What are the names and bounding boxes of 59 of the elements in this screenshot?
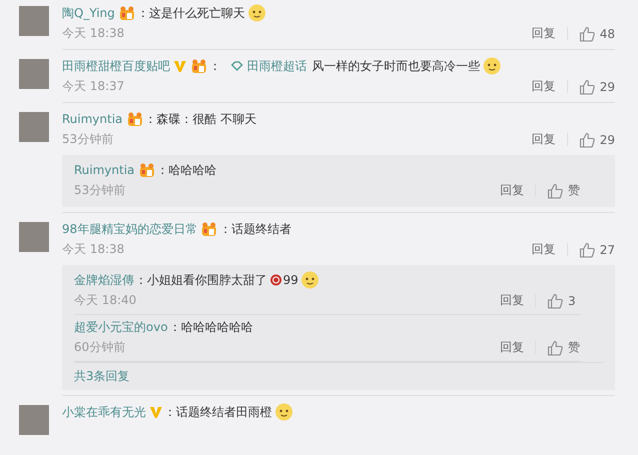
- user-name-link[interactable]: 陶Q_Ying: [62, 4, 115, 22]
- like-button[interactable]: 赞: [547, 339, 581, 356]
- reply-link[interactable]: 回复: [532, 241, 556, 258]
- user-name-link[interactable]: Ruimyntia: [74, 163, 135, 177]
- medal-count: 99: [283, 273, 298, 287]
- more-replies-link[interactable]: 共3条回复: [74, 369, 130, 383]
- medal-icon: [270, 274, 282, 286]
- timestamp: 今天 18:38: [62, 25, 124, 42]
- thumbs-up-icon: [547, 182, 563, 198]
- like-button[interactable]: 48: [578, 26, 615, 42]
- timestamp: 今天 18:40: [74, 292, 136, 309]
- thumbs-up-icon: [547, 292, 563, 308]
- avatar-photo-placeholder[interactable]: [19, 405, 49, 435]
- user-name-link[interactable]: Ruimyntia: [62, 112, 123, 126]
- emoji-icon: [275, 403, 293, 421]
- like-button[interactable]: 赞: [547, 182, 581, 199]
- emoji-icon: [301, 271, 320, 289]
- like-button[interactable]: 27: [578, 242, 615, 258]
- user-name-link[interactable]: 超爱小元宝的ovo: [74, 318, 168, 336]
- comment-text: ：森碟：很酷 不聊天: [144, 110, 256, 128]
- like-button[interactable]: 29: [578, 132, 615, 148]
- avatar-photo-placeholder[interactable]: [19, 6, 49, 36]
- comment-text: ：话题终结者田雨橙: [164, 404, 272, 420]
- user-name-link[interactable]: 小棠在乖有无光: [62, 404, 146, 420]
- avatar-photo-placeholder[interactable]: [19, 59, 49, 89]
- timestamp: 60分钟前: [74, 339, 126, 356]
- comment-text: ：哈哈哈哈哈哈: [168, 318, 253, 336]
- reply-link[interactable]: 回复: [500, 339, 524, 356]
- comment-text: ：这是什么死亡聊天: [136, 4, 245, 22]
- comment-text: ：话题终结者: [219, 220, 292, 238]
- reply-link[interactable]: 回复: [500, 292, 524, 309]
- reply-link[interactable]: 回复: [500, 182, 524, 199]
- diamond-icon: [231, 61, 243, 71]
- avatar-photo-placeholder[interactable]: [19, 112, 49, 142]
- thumbs-up-icon: [578, 132, 595, 148]
- avatar-photo-placeholder[interactable]: [19, 222, 49, 252]
- comment-text: 风一样的女子时而也要高冷一些: [312, 58, 480, 74]
- timestamp: 今天 18:38: [62, 241, 124, 258]
- thumbs-up-icon: [578, 78, 595, 94]
- user-name-link[interactable]: 98年腿精宝妈的恋爱日常: [62, 220, 198, 238]
- thumbs-up-icon: [578, 242, 595, 258]
- thumbs-up-icon: [578, 26, 595, 42]
- comment-text: ：小姐姐看你围脖太甜了: [135, 272, 267, 288]
- user-name-link[interactable]: 田雨橙甜橙百度贴吧: [62, 58, 170, 74]
- timestamp: 53分钟前: [74, 182, 126, 199]
- timestamp: 今天 18:37: [62, 78, 124, 95]
- reply-link[interactable]: 回复: [532, 25, 556, 42]
- reply-link[interactable]: 回复: [532, 131, 556, 148]
- like-button[interactable]: 3: [547, 292, 581, 308]
- comment-text: ：哈哈哈哈: [156, 162, 217, 178]
- reply-link[interactable]: 回复: [532, 78, 556, 95]
- comment-text: ：: [209, 58, 221, 74]
- timestamp: 53分钟前: [62, 131, 114, 148]
- emoji-icon: [248, 4, 266, 22]
- topic-link[interactable]: 田雨橙超话: [231, 58, 307, 74]
- user-name-link[interactable]: 金牌焰湿傳: [74, 272, 134, 288]
- like-button[interactable]: 29: [578, 78, 615, 94]
- thumbs-up-icon: [547, 340, 563, 356]
- emoji-icon: [483, 57, 501, 75]
